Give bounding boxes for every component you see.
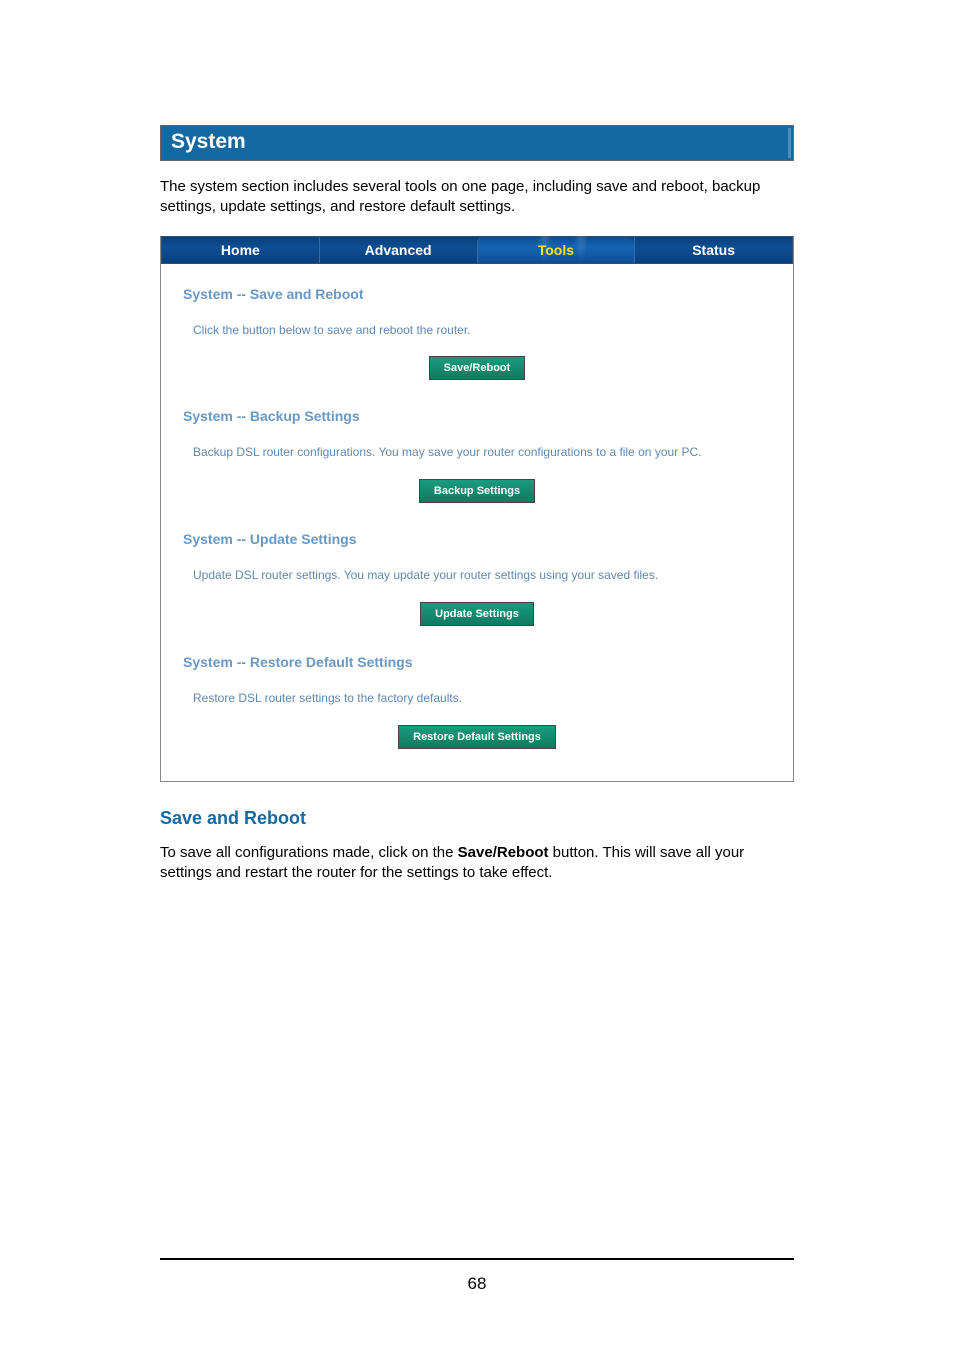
router-panel: System -- Save and Reboot Click the butt… bbox=[161, 264, 793, 781]
section-title-save-reboot: System -- Save and Reboot bbox=[183, 286, 771, 302]
update-settings-button[interactable]: Update Settings bbox=[420, 602, 534, 626]
section-banner: System bbox=[160, 125, 794, 161]
section-title-backup: System -- Backup Settings bbox=[183, 408, 771, 424]
tab-tools[interactable]: Tools bbox=[477, 237, 635, 263]
save-reboot-button[interactable]: Save/Reboot bbox=[429, 356, 526, 380]
tab-advanced[interactable]: Advanced bbox=[319, 237, 477, 263]
page-number: 68 bbox=[0, 1274, 954, 1294]
sub-heading: Save and Reboot bbox=[160, 808, 794, 829]
tab-status[interactable]: Status bbox=[634, 237, 792, 263]
section-desc-backup: Backup DSL router configurations. You ma… bbox=[193, 444, 713, 461]
document-page: System The system section includes sever… bbox=[0, 0, 954, 1350]
backup-settings-button[interactable]: Backup Settings bbox=[419, 479, 535, 503]
button-row: Update Settings bbox=[183, 602, 771, 626]
section-desc-update: Update DSL router settings. You may upda… bbox=[193, 567, 713, 584]
section-title-restore: System -- Restore Default Settings bbox=[183, 654, 771, 670]
body-bold: Save/Reboot bbox=[458, 844, 549, 861]
banner-title: System bbox=[171, 130, 246, 153]
section-desc-save-reboot: Click the button below to save and reboo… bbox=[193, 322, 713, 339]
section-title-update: System -- Update Settings bbox=[183, 531, 771, 547]
router-screenshot: Home Advanced Tools Status System -- Sav… bbox=[160, 236, 794, 782]
button-row: Save/Reboot bbox=[183, 356, 771, 380]
restore-default-settings-button[interactable]: Restore Default Settings bbox=[398, 725, 556, 749]
footer-divider bbox=[160, 1258, 794, 1260]
router-tab-bar: Home Advanced Tools Status bbox=[161, 236, 793, 264]
button-row: Backup Settings bbox=[183, 479, 771, 503]
intro-paragraph: The system section includes several tool… bbox=[160, 177, 794, 218]
button-row: Restore Default Settings bbox=[183, 725, 771, 749]
tab-home[interactable]: Home bbox=[162, 237, 319, 263]
section-desc-restore: Restore DSL router settings to the facto… bbox=[193, 690, 713, 707]
body-prefix: To save all configurations made, click o… bbox=[160, 844, 458, 861]
body-paragraph: To save all configurations made, click o… bbox=[160, 843, 794, 884]
